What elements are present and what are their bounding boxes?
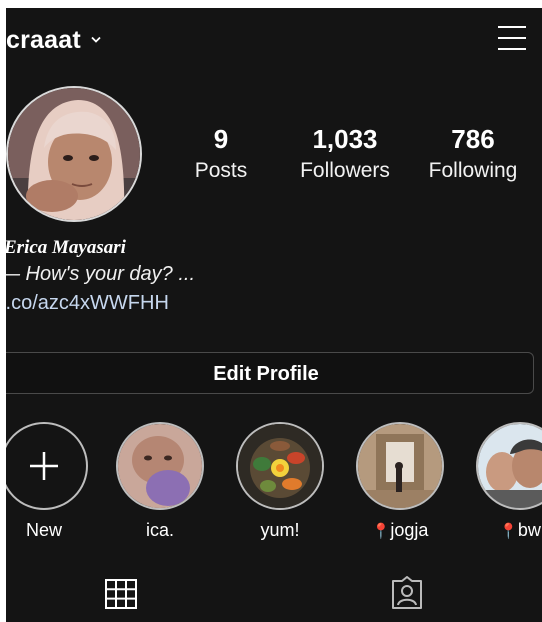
highlight-label: ica.	[145, 520, 174, 540]
profile-screen: craaat 9 Posts 1,033 Followers 786 Follo…	[6, 8, 542, 622]
edit-profile-button[interactable]: Edit Profile	[6, 352, 534, 394]
highlight-label: 📍bw	[456, 520, 542, 541]
location-pin-icon: 📍	[371, 523, 391, 540]
grid-icon[interactable]	[104, 578, 138, 610]
highlight-label: yum!	[260, 520, 300, 540]
highlight-ica-circle[interactable]	[116, 422, 204, 510]
bio-display-name: Erica Mayasari	[6, 237, 126, 258]
bio-text: — How's your day? ...	[6, 263, 195, 285]
top-bar: craaat	[6, 8, 542, 70]
stat-posts: 9 Posts	[188, 122, 254, 186]
posts-count: 9	[213, 124, 229, 154]
highlight-jogja-thumbnail	[358, 424, 442, 508]
highlight-label: 📍jogja	[336, 520, 464, 541]
username-switcher[interactable]: craaat	[6, 26, 81, 55]
bio-link[interactable]: t.co/azc4xWWFHH	[6, 292, 169, 315]
profile-avatar[interactable]	[6, 86, 142, 222]
followers-label[interactable]: Followers	[292, 156, 398, 186]
highlight-yum-circle[interactable]	[236, 422, 324, 510]
highlight-yum-thumbnail	[238, 424, 322, 508]
stat-following[interactable]: 786 Following	[420, 122, 526, 186]
highlight-bw-thumbnail	[478, 424, 542, 508]
chevron-down-icon[interactable]	[90, 34, 102, 46]
hamburger-menu-icon[interactable]	[496, 24, 528, 52]
profile-tab-bar	[6, 564, 542, 622]
highlight-label-text: jogja	[390, 520, 429, 540]
highlight-ica-thumbnail	[118, 424, 202, 508]
highlight-jogja-circle[interactable]	[356, 422, 444, 510]
highlight-label-text: bw	[517, 520, 541, 540]
posts-label: Posts	[194, 159, 248, 182]
stat-followers[interactable]: 1,033 Followers	[292, 122, 398, 186]
tagged-person-icon[interactable]	[390, 576, 424, 610]
following-label[interactable]: Following	[420, 156, 526, 186]
edit-profile-label: Edit Profile	[213, 363, 319, 385]
highlight-bw-circle[interactable]	[476, 422, 542, 510]
following-count[interactable]: 786	[420, 122, 526, 156]
highlight-label: New	[25, 520, 62, 540]
plus-icon	[30, 452, 58, 480]
highlight-new-circle[interactable]	[6, 422, 88, 510]
followers-count[interactable]: 1,033	[292, 122, 398, 156]
location-pin-icon: 📍	[499, 523, 518, 540]
